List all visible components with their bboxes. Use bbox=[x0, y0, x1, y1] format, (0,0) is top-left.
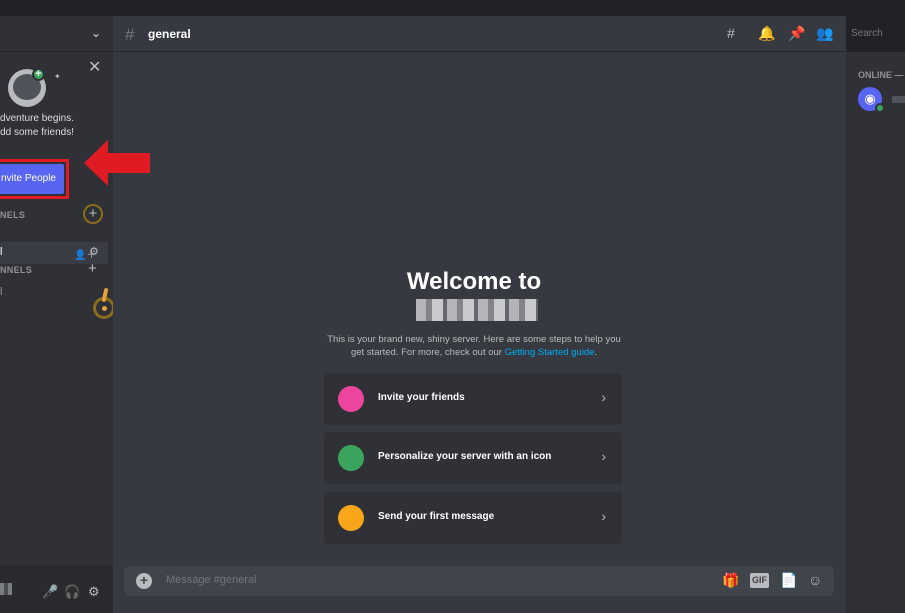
sparkle-icon: ✦ bbox=[54, 72, 61, 81]
personalize-icon bbox=[338, 445, 364, 471]
threads-icon[interactable]: # bbox=[727, 25, 735, 41]
invite-people-button[interactable]: nvite People bbox=[0, 164, 64, 194]
invite-friends-card[interactable]: Invite your friends › bbox=[324, 373, 622, 425]
chevron-right-icon: › bbox=[601, 448, 606, 464]
channel-title: general bbox=[148, 27, 191, 41]
getting-started-link[interactable]: Getting Started guide bbox=[505, 347, 595, 358]
add-voice-channel-icon[interactable]: + bbox=[88, 260, 97, 277]
message-composer[interactable]: + Message #general 🎁 GIF 📄 ☺ bbox=[124, 566, 834, 596]
chevron-right-icon: › bbox=[601, 508, 606, 524]
app-titlebar bbox=[0, 0, 905, 16]
sticker-icon[interactable]: 📄 bbox=[780, 572, 797, 589]
member-list: ONLINE — ◉ bbox=[846, 52, 905, 613]
gear-icon[interactable]: ⚙ bbox=[89, 245, 99, 258]
gift-icon[interactable]: 🎁 bbox=[722, 572, 739, 589]
add-channel-icon[interactable]: + bbox=[83, 204, 103, 224]
voice-channel-item[interactable]: l bbox=[0, 286, 2, 298]
attach-plus-icon[interactable]: + bbox=[136, 573, 152, 589]
chevron-down-icon[interactable]: ⌄ bbox=[91, 26, 101, 40]
user-panel: 🎤 🎧 ⚙ bbox=[0, 565, 113, 613]
server-name-redacted bbox=[416, 299, 538, 321]
message-input[interactable]: Message #general bbox=[166, 574, 257, 586]
red-arrow-annotation bbox=[84, 140, 150, 186]
welcome-title: Welcome to bbox=[406, 268, 542, 295]
invite-highlight-box: nvite People bbox=[0, 159, 69, 199]
chevron-right-icon: › bbox=[601, 389, 606, 405]
headphones-icon[interactable]: 🎧 bbox=[64, 584, 80, 600]
gear-icon[interactable]: ⚙ bbox=[88, 584, 100, 600]
voice-channels-category[interactable]: NNELS bbox=[0, 265, 32, 275]
server-header[interactable]: ⌄ bbox=[0, 16, 113, 52]
invite-friends-icon bbox=[338, 386, 364, 412]
user-avatar[interactable] bbox=[0, 583, 12, 595]
channel-header: # general # 🔔 📌 👥 Search bbox=[113, 16, 905, 52]
gif-button[interactable]: GIF bbox=[750, 573, 769, 588]
search-input[interactable]: Search bbox=[846, 25, 905, 43]
pin-icon[interactable]: 📌 bbox=[788, 25, 805, 42]
channel-label: l bbox=[0, 246, 3, 258]
emoji-icon[interactable]: ☺ bbox=[808, 572, 822, 588]
chat-area: # general # 🔔 📌 👥 Search Welcome to This… bbox=[113, 16, 905, 613]
online-status-icon bbox=[875, 103, 885, 113]
bell-icon[interactable]: 🔔 bbox=[758, 25, 775, 42]
channel-sidebar: ⌄ ✕ + ✦ dventure begins. dd some friends… bbox=[0, 16, 113, 613]
text-channels-category[interactable]: NELS bbox=[0, 210, 25, 220]
plus-icon: + bbox=[32, 68, 45, 81]
invite-popup-text: dventure begins. dd some friends! bbox=[0, 113, 74, 138]
welcome-description: This is your brand new, shiny server. He… bbox=[327, 334, 621, 358]
member-list-icon[interactable]: 👥 bbox=[816, 25, 833, 42]
personalize-icon-card[interactable]: Personalize your server with an icon › bbox=[324, 432, 622, 484]
message-bubble-icon bbox=[338, 505, 364, 531]
close-icon[interactable]: ✕ bbox=[88, 60, 101, 76]
hashtag-icon: # bbox=[125, 25, 135, 44]
microphone-icon[interactable]: 🎤 bbox=[42, 584, 58, 600]
highlight-ring-icon bbox=[93, 287, 113, 319]
member-name-redacted[interactable] bbox=[892, 96, 905, 103]
online-heading: ONLINE — bbox=[858, 70, 904, 80]
first-message-card[interactable]: Send your first message › bbox=[324, 492, 622, 544]
